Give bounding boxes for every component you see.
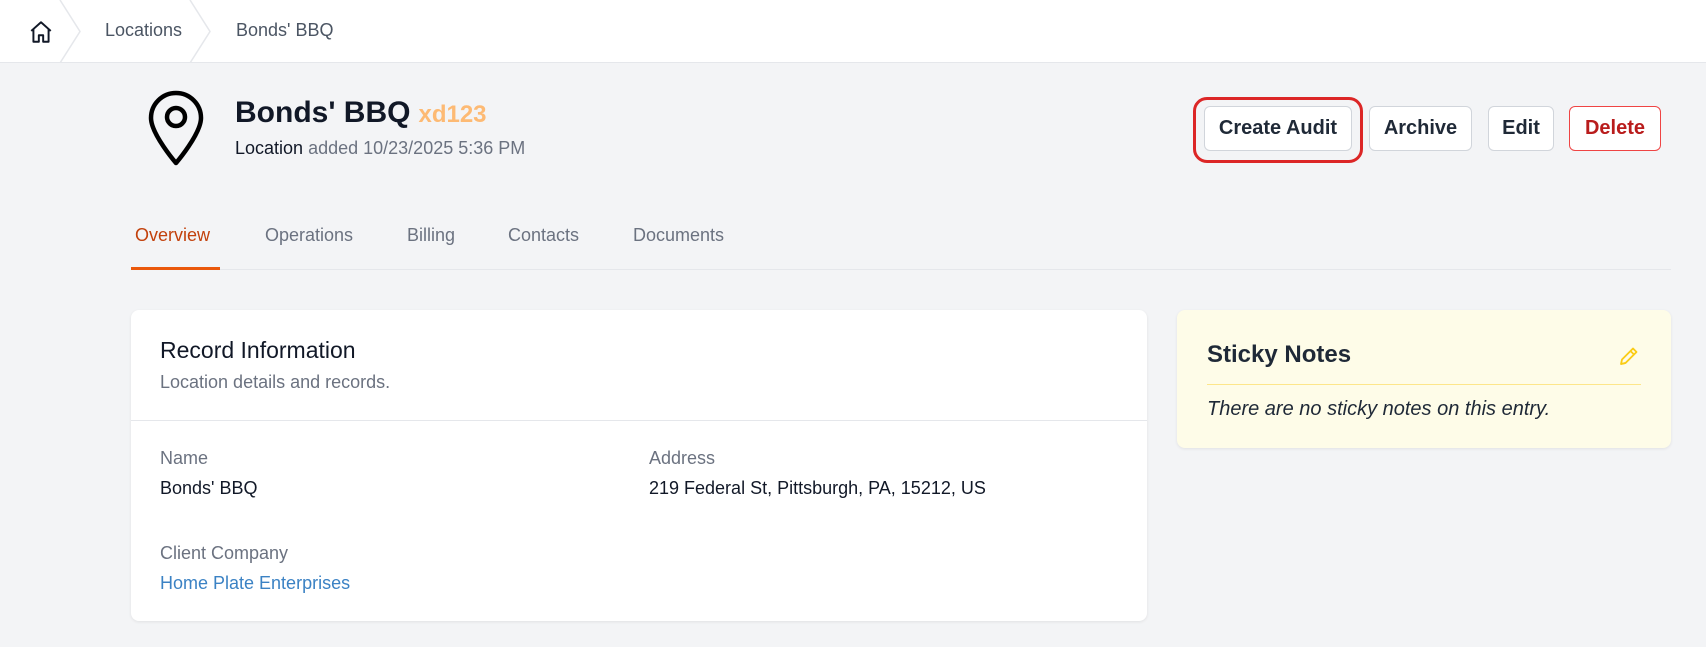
- home-icon[interactable]: [28, 19, 54, 45]
- sticky-notes-title: Sticky Notes: [1207, 341, 1352, 368]
- breadcrumb-current-page[interactable]: Bonds' BBQ: [236, 20, 334, 41]
- page-subtitle: Location added 10/23/2025 5:36 PM: [235, 138, 525, 159]
- client-company-label: Client Company: [160, 543, 289, 563]
- address-label: Address: [649, 448, 716, 468]
- subtitle-label: Location: [235, 138, 304, 158]
- location-name: Bonds' BBQ: [235, 96, 411, 129]
- divider: [1207, 384, 1641, 385]
- sticky-notes-empty-message: There are no sticky notes on this entry.: [1207, 398, 1551, 420]
- tab-operations[interactable]: Operations: [265, 225, 353, 246]
- name-label: Name: [160, 448, 209, 468]
- location-code: xd123: [418, 101, 487, 128]
- breadcrumb-separator-icon: [189, 0, 211, 63]
- address-value: 219 Federal St, Pittsburgh, PA, 15212, U…: [649, 478, 986, 498]
- breadcrumb-locations-link[interactable]: Locations: [105, 20, 182, 41]
- create-audit-button[interactable]: Create Audit: [1204, 106, 1352, 151]
- sticky-notes-panel: Sticky Notes There are no sticky notes o…: [1177, 310, 1671, 448]
- tab-contacts[interactable]: Contacts: [508, 225, 579, 246]
- record-information-card: Record Information Location details and …: [131, 310, 1147, 621]
- tab-documents[interactable]: Documents: [633, 225, 724, 246]
- breadcrumb-separator-icon: [59, 0, 81, 63]
- client-company-link[interactable]: Home Plate Enterprises: [160, 573, 350, 594]
- tab-bar: Overview Operations Billing Contacts Doc…: [131, 210, 1671, 270]
- page-title: Bonds' BBQ xd123: [235, 96, 487, 130]
- name-value: Bonds' BBQ: [160, 478, 258, 498]
- map-pin-icon: [145, 90, 207, 166]
- card-description: Location details and records.: [160, 372, 391, 392]
- tab-overview[interactable]: Overview: [135, 225, 210, 246]
- delete-button[interactable]: Delete: [1569, 106, 1661, 151]
- archive-button[interactable]: Archive: [1369, 106, 1472, 151]
- subtitle-added-date: added 10/23/2025 5:36 PM: [308, 138, 526, 158]
- edit-button[interactable]: Edit: [1488, 106, 1554, 151]
- tab-billing[interactable]: Billing: [407, 225, 455, 246]
- pencil-icon[interactable]: [1617, 344, 1641, 368]
- breadcrumb: Locations Bonds' BBQ: [0, 0, 1706, 63]
- active-tab-indicator: [131, 267, 220, 270]
- divider: [131, 420, 1147, 421]
- card-title: Record Information: [160, 337, 356, 363]
